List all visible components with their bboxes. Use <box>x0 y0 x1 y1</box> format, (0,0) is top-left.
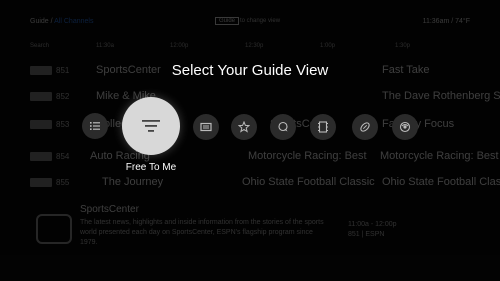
football-icon <box>360 122 370 132</box>
grid-icon <box>200 122 212 132</box>
view-option-music[interactable] <box>392 114 418 140</box>
star-icon <box>238 121 250 133</box>
view-option-favorites[interactable] <box>231 114 257 140</box>
list-icon <box>90 122 100 130</box>
music-icon <box>399 121 411 133</box>
selected-view-label: Free To Me <box>125 162 177 173</box>
view-option-chat[interactable] <box>270 114 296 140</box>
view-option-sports[interactable] <box>352 114 378 140</box>
view-option-grid[interactable] <box>193 114 219 140</box>
view-option-free-to-me[interactable] <box>122 97 180 155</box>
view-option-movies[interactable] <box>310 114 336 140</box>
film-icon <box>318 121 328 133</box>
view-option-list[interactable] <box>82 113 108 139</box>
overlay-title: Select Your Guide View <box>171 62 329 79</box>
filter-icon <box>142 120 160 132</box>
guide-view-overlay: Select Your Guide View Free To Me <box>0 0 500 281</box>
chat-icon <box>278 121 288 132</box>
